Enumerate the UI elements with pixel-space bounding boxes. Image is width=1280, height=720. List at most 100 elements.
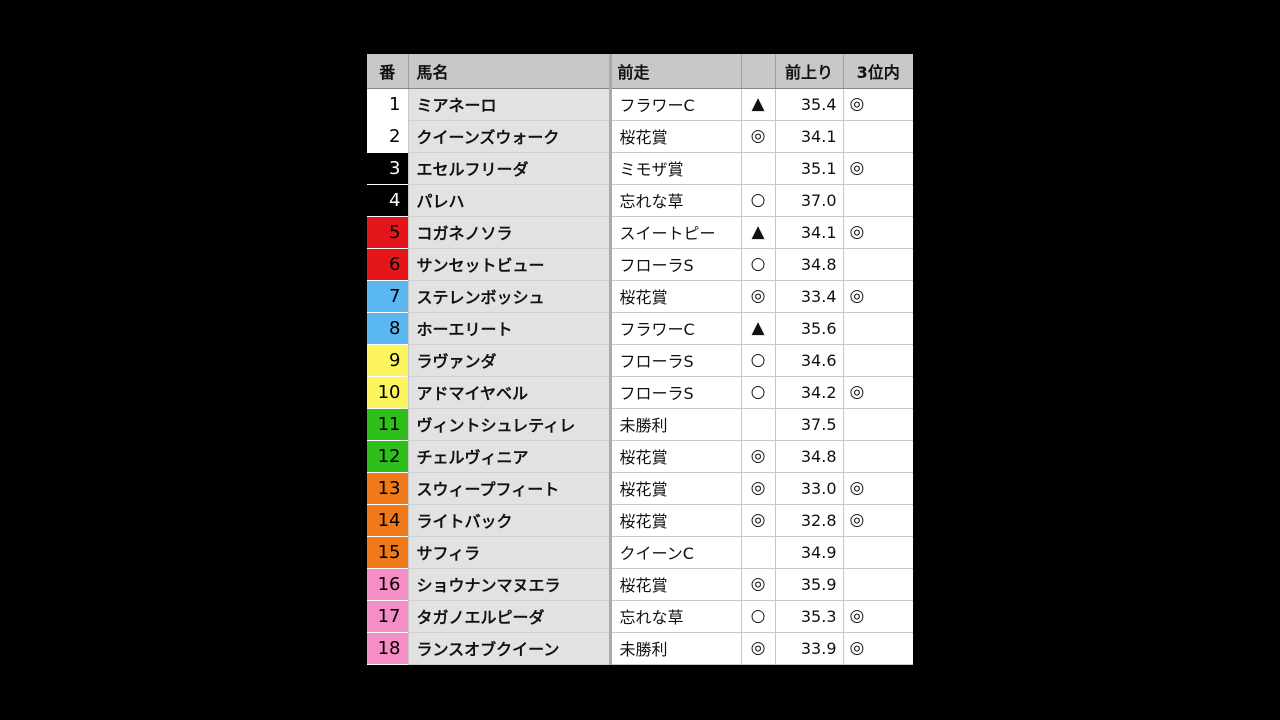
horse-number: 10: [367, 376, 409, 408]
horse-number: 14: [367, 504, 409, 536]
previous-race: 桜花賞: [610, 120, 742, 153]
horse-name: サンセットビュー: [408, 248, 612, 281]
prediction-mark: ○: [741, 376, 776, 409]
horse-number: 17: [367, 600, 409, 632]
top3-mark: ◎: [843, 632, 913, 665]
previous-race: フラワーC: [610, 312, 742, 345]
top3-mark: ◎: [843, 216, 913, 249]
horse-name: サフィラ: [408, 536, 612, 569]
prediction-mark: ◎: [741, 568, 776, 601]
last-3f-time: 34.8: [775, 440, 844, 473]
table-row[interactable]: 15 サフィラ クイーンC 34.9: [367, 536, 913, 569]
prediction-mark: ▲: [741, 216, 776, 249]
horse-name: スウィープフィート: [408, 472, 612, 505]
table-row[interactable]: 10 アドマイヤベル フローラS ○ 34.2 ◎: [367, 376, 913, 409]
last-3f-time: 37.5: [775, 408, 844, 441]
table-row[interactable]: 16 ショウナンマヌエラ 桜花賞 ◎ 35.9: [367, 568, 913, 601]
table-row[interactable]: 7 ステレンボッシュ 桜花賞 ◎ 33.4 ◎: [367, 280, 913, 313]
table-row[interactable]: 5 コガネノソラ スイートピー ▲ 34.1 ◎: [367, 216, 913, 249]
horse-name: ランスオブクイーン: [408, 632, 612, 665]
table-row[interactable]: 13 スウィープフィート 桜花賞 ◎ 33.0 ◎: [367, 472, 913, 505]
last-3f-time: 35.9: [775, 568, 844, 601]
prediction-mark: ○: [741, 184, 776, 217]
prediction-mark: ◎: [741, 504, 776, 537]
previous-race: クイーンC: [610, 536, 742, 569]
last-3f-time: 34.6: [775, 344, 844, 377]
table-row[interactable]: 8 ホーエリート フラワーC ▲ 35.6: [367, 312, 913, 345]
prediction-mark: ▲: [741, 312, 776, 345]
previous-race: フローラS: [610, 376, 742, 409]
previous-race: フローラS: [610, 248, 742, 281]
table-row[interactable]: 3 エセルフリーダ ミモザ賞 35.1 ◎: [367, 152, 913, 185]
horse-number: 13: [367, 472, 409, 504]
horse-number: 8: [367, 312, 409, 344]
previous-race: フラワーC: [610, 88, 742, 121]
last-3f-time: 34.1: [775, 216, 844, 249]
horse-name: パレハ: [408, 184, 612, 217]
table-row[interactable]: 9 ラヴァンダ フローラS ○ 34.6: [367, 344, 913, 377]
table-row[interactable]: 6 サンセットビュー フローラS ○ 34.8: [367, 248, 913, 281]
horse-number: 15: [367, 536, 409, 568]
header-previous-race[interactable]: 前走: [610, 54, 742, 89]
top3-mark: [843, 248, 913, 281]
table-row[interactable]: 2 クイーンズウォーク 桜花賞 ◎ 34.1: [367, 120, 913, 153]
horse-number: 9: [367, 344, 409, 376]
horse-number: 1: [367, 88, 409, 120]
prediction-mark: ○: [741, 600, 776, 633]
horse-name: ライトバック: [408, 504, 612, 537]
prediction-mark: ◎: [741, 440, 776, 473]
top3-mark: [843, 536, 913, 569]
prediction-mark: ○: [741, 248, 776, 281]
horse-name: ラヴァンダ: [408, 344, 612, 377]
last-3f-time: 33.4: [775, 280, 844, 313]
top3-mark: ◎: [843, 152, 913, 185]
last-3f-time: 34.1: [775, 120, 844, 153]
horse-number: 11: [367, 408, 409, 440]
horse-name: ヴィントシュレティレ: [408, 408, 612, 441]
previous-race: ミモザ賞: [610, 152, 742, 185]
horse-name: エセルフリーダ: [408, 152, 612, 185]
top3-mark: [843, 344, 913, 377]
header-horse-name[interactable]: 馬名: [408, 54, 612, 89]
previous-race: 未勝利: [610, 632, 742, 665]
horse-name: チェルヴィニア: [408, 440, 612, 473]
last-3f-time: 33.0: [775, 472, 844, 505]
header-last-3f[interactable]: 前上り: [775, 54, 844, 89]
prediction-mark: ◎: [741, 472, 776, 505]
previous-race: スイートピー: [610, 216, 742, 249]
table-row[interactable]: 18 ランスオブクイーン 未勝利 ◎ 33.9 ◎: [367, 632, 913, 665]
table-row[interactable]: 11 ヴィントシュレティレ 未勝利 37.5: [367, 408, 913, 441]
last-3f-time: 35.1: [775, 152, 844, 185]
table-row[interactable]: 1 ミアネーロ フラワーC ▲ 35.4 ◎: [367, 88, 913, 121]
previous-race: 未勝利: [610, 408, 742, 441]
horse-number: 16: [367, 568, 409, 600]
horse-name: タガノエルピーダ: [408, 600, 612, 633]
header-number[interactable]: 番: [367, 54, 409, 89]
table-row[interactable]: 4 パレハ 忘れな草 ○ 37.0: [367, 184, 913, 217]
horse-number: 6: [367, 248, 409, 280]
table-row[interactable]: 12 チェルヴィニア 桜花賞 ◎ 34.8: [367, 440, 913, 473]
prediction-mark: [741, 408, 776, 441]
table-row[interactable]: 17 タガノエルピーダ 忘れな草 ○ 35.3 ◎: [367, 600, 913, 633]
prediction-mark: ○: [741, 344, 776, 377]
horse-name: ステレンボッシュ: [408, 280, 612, 313]
last-3f-time: 34.2: [775, 376, 844, 409]
header-top3[interactable]: 3位内: [843, 54, 913, 89]
top3-mark: ◎: [843, 600, 913, 633]
last-3f-time: 34.8: [775, 248, 844, 281]
prediction-mark: ▲: [741, 88, 776, 121]
horse-name: アドマイヤベル: [408, 376, 612, 409]
top3-mark: [843, 408, 913, 441]
entry-rows: 1 ミアネーロ フラワーC ▲ 35.4 ◎ 2 クイーンズウォーク 桜花賞 ◎ 34.1 3 エセルフ…: [367, 88, 913, 665]
horse-name: ショウナンマヌエラ: [408, 568, 612, 601]
previous-race: フローラS: [610, 344, 742, 377]
previous-race: 桜花賞: [610, 472, 742, 505]
top3-mark: [843, 184, 913, 217]
header-mark[interactable]: [741, 54, 776, 89]
entry-table: 番 馬名 前走 前上り 3位内 1 ミアネーロ フラワーC ▲ 35.4 ◎ 2 クイーンズウ…: [367, 54, 913, 665]
horse-number: 12: [367, 440, 409, 472]
last-3f-time: 35.4: [775, 88, 844, 121]
horse-number: 18: [367, 632, 409, 664]
top3-mark: [843, 568, 913, 601]
table-row[interactable]: 14 ライトバック 桜花賞 ◎ 32.8 ◎: [367, 504, 913, 537]
